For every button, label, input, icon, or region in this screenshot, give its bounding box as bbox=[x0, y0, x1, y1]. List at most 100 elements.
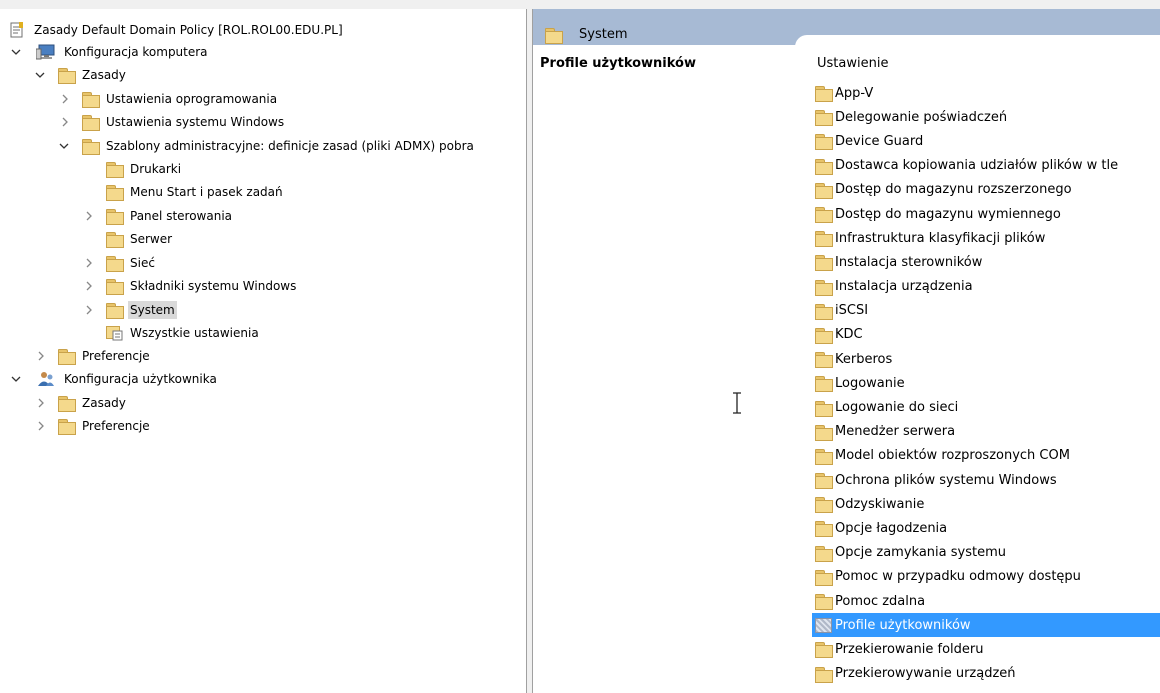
tree-node-label: Szablony administracyjne: definicje zasa… bbox=[106, 139, 474, 153]
list-item[interactable]: Instalacja sterowników bbox=[812, 250, 1160, 274]
tree-node-label: System bbox=[128, 301, 177, 319]
collapse-arrow-icon[interactable] bbox=[34, 69, 46, 81]
tree-node-ustawienia-oprogramowania[interactable]: Ustawienia oprogramowania bbox=[82, 88, 279, 110]
tree-node-label: Preferencje bbox=[82, 349, 150, 363]
list-item[interactable]: Dostawca kopiowania udziałów plików w tl… bbox=[812, 154, 1160, 178]
pane-splitter[interactable] bbox=[526, 9, 533, 693]
collapse-arrow-icon[interactable] bbox=[58, 140, 70, 152]
folder-icon bbox=[815, 545, 833, 562]
tree-node-zasady-user[interactable]: Zasady bbox=[58, 392, 128, 414]
list-item[interactable]: Instalacja urządzenia bbox=[812, 275, 1160, 299]
tree-node-skladniki-systemu-windows[interactable]: Składniki systemu Windows bbox=[106, 275, 298, 297]
tree-node-ustawienia-systemu-windows[interactable]: Ustawienia systemu Windows bbox=[82, 111, 286, 133]
tree-node-label: Konfiguracja komputera bbox=[64, 45, 208, 59]
list-item[interactable]: Infrastruktura klasyfikacji plików bbox=[812, 226, 1160, 250]
folder-icon bbox=[58, 349, 76, 365]
list-item-label: Pomoc zdalna bbox=[835, 593, 926, 609]
folder-icon bbox=[815, 231, 833, 248]
list-item[interactable]: Przekierowanie folderu bbox=[812, 637, 1160, 661]
list-item[interactable]: Dostęp do magazynu wymiennego bbox=[812, 202, 1160, 226]
list-item[interactable]: Pomoc zdalna bbox=[812, 589, 1160, 613]
folder-icon bbox=[815, 594, 833, 611]
list-item[interactable]: App-V bbox=[812, 81, 1160, 105]
list-item[interactable]: Profile użytkowników bbox=[812, 613, 1160, 638]
list-item[interactable]: Opcje zamykania systemu bbox=[812, 541, 1160, 565]
folder-icon bbox=[106, 279, 124, 295]
tree-node-siec[interactable]: Sieć bbox=[106, 252, 157, 274]
tree-node-preferencje[interactable]: Preferencje bbox=[58, 345, 152, 367]
list-item[interactable]: Model obiektów rozproszonych COM bbox=[812, 444, 1160, 468]
expand-arrow-icon[interactable] bbox=[59, 93, 71, 105]
text-cursor-icon bbox=[733, 392, 741, 414]
list-item-label: Pomoc w przypadku odmowy dostępu bbox=[835, 569, 1081, 585]
folder-icon bbox=[815, 521, 833, 538]
list-item-label: Ochrona plików systemu Windows bbox=[835, 472, 1057, 488]
expand-arrow-icon[interactable] bbox=[83, 280, 95, 292]
tree-node-konfiguracja-komputera[interactable]: Konfiguracja komputera bbox=[35, 41, 210, 63]
collapse-arrow-icon[interactable] bbox=[10, 373, 22, 385]
list-item[interactable]: Logowanie bbox=[812, 371, 1160, 395]
folder-icon bbox=[58, 68, 76, 84]
tree-root[interactable]: Zasady Default Domain Policy [ROL.ROL00.… bbox=[10, 19, 345, 41]
expand-arrow-icon[interactable] bbox=[83, 304, 95, 316]
collapse-arrow-icon[interactable] bbox=[10, 46, 22, 58]
list-item-label: Odzyskiwanie bbox=[835, 496, 925, 512]
list-item-label: iSCSI bbox=[835, 303, 869, 319]
list-item[interactable]: Menedżer serwera bbox=[812, 420, 1160, 444]
expand-arrow-icon[interactable] bbox=[83, 210, 95, 222]
list-item[interactable]: Pomoc w przypadku odmowy dostępu bbox=[812, 565, 1160, 589]
column-header-ustawienie[interactable]: Ustawienie bbox=[817, 56, 888, 71]
folder-icon bbox=[545, 28, 563, 44]
list-item[interactable]: Odzyskiwanie bbox=[812, 492, 1160, 516]
list-item[interactable]: Przekierowywanie urządzeń bbox=[812, 662, 1160, 686]
tree-node-label: Składniki systemu Windows bbox=[130, 279, 297, 293]
tree-node-preferencje-user[interactable]: Preferencje bbox=[58, 415, 152, 437]
tree-node-label: Wszystkie ustawienia bbox=[130, 326, 259, 340]
expand-arrow-icon[interactable] bbox=[35, 397, 47, 409]
expand-arrow-icon[interactable] bbox=[35, 350, 47, 362]
list-item[interactable]: Kerberos bbox=[812, 347, 1160, 371]
users-icon bbox=[36, 371, 56, 387]
tree-node-panel-sterowania[interactable]: Panel sterowania bbox=[106, 205, 234, 227]
list-item[interactable]: KDC bbox=[812, 323, 1160, 347]
folder-icon bbox=[82, 139, 100, 155]
folder-icon bbox=[815, 158, 833, 175]
tree-node-zasady[interactable]: Zasady bbox=[58, 64, 128, 86]
folder-icon bbox=[58, 419, 76, 435]
list-item[interactable]: Logowanie do sieci bbox=[812, 395, 1160, 419]
folder-icon bbox=[815, 666, 833, 683]
list-item[interactable]: Delegowanie poświadczeń bbox=[812, 105, 1160, 129]
tree-node-menu-start[interactable]: Menu Start i pasek zadań bbox=[106, 181, 285, 203]
tree-node-wszystkie-ustawienia[interactable]: Wszystkie ustawienia bbox=[106, 322, 261, 344]
tree-node-serwer[interactable]: Serwer bbox=[106, 228, 174, 250]
tree-node-drukarki[interactable]: Drukarki bbox=[106, 158, 183, 180]
tree-node-label: Ustawienia oprogramowania bbox=[106, 92, 278, 106]
tree-root-label: Zasady Default Domain Policy [ROL.ROL00.… bbox=[34, 23, 343, 37]
tree-node-system[interactable]: System bbox=[106, 299, 177, 321]
folder-icon bbox=[58, 396, 76, 412]
computer-icon bbox=[35, 44, 56, 60]
list-item[interactable]: iSCSI bbox=[812, 299, 1160, 323]
list-item-label: Dostęp do magazynu wymiennego bbox=[835, 206, 1061, 222]
settings-list[interactable]: App-V Delegowanie poświadczeń Device Guard… bbox=[812, 81, 1160, 686]
list-item[interactable]: Device Guard bbox=[812, 129, 1160, 153]
expand-arrow-icon[interactable] bbox=[35, 420, 47, 432]
list-item[interactable]: Opcje łagodzenia bbox=[812, 516, 1160, 540]
list-item-label: Przekierowywanie urządzeń bbox=[835, 666, 1016, 682]
list-item-label: Logowanie do sieci bbox=[835, 400, 959, 416]
folder-icon bbox=[815, 642, 833, 659]
tree-node-konfiguracja-uzytkownika[interactable]: Konfiguracja użytkownika bbox=[36, 368, 219, 390]
tree-node-label: Ustawienia systemu Windows bbox=[106, 115, 285, 129]
right-pane: System Profile użytkowników Ustawienie A… bbox=[533, 9, 1160, 693]
tree-node-szablony-administracyjne[interactable]: Szablony administracyjne: definicje zasa… bbox=[82, 135, 476, 157]
list-item[interactable]: Dostęp do magazynu rozszerzonego bbox=[812, 178, 1160, 202]
tree-pane[interactable]: Zasady Default Domain Policy [ROL.ROL00.… bbox=[0, 9, 526, 693]
list-item[interactable]: Ochrona plików systemu Windows bbox=[812, 468, 1160, 492]
tree-node-label: Panel sterowania bbox=[130, 209, 232, 223]
folder-icon bbox=[815, 134, 833, 151]
expand-arrow-icon[interactable] bbox=[59, 116, 71, 128]
list-item-label: Przekierowanie folderu bbox=[835, 641, 984, 657]
tree-node-label: Konfiguracja użytkownika bbox=[64, 372, 217, 386]
folder-icon bbox=[106, 162, 124, 178]
expand-arrow-icon[interactable] bbox=[83, 257, 95, 269]
